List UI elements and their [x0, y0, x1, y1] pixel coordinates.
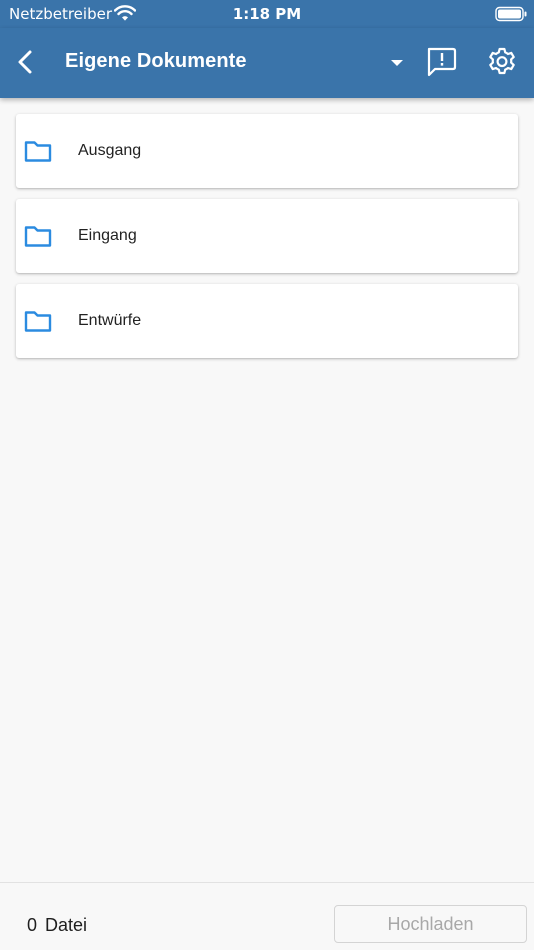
bottom-bar: 0 Datei Hochladen	[0, 882, 534, 950]
folder-item-eingang[interactable]: Eingang	[16, 199, 518, 273]
folder-icon	[24, 141, 52, 162]
status-time: 1:18 PM	[232, 5, 302, 23]
app-bar: Eigene Dokumente	[0, 28, 534, 98]
folder-item-entwuerfe[interactable]: Entwürfe	[16, 284, 518, 358]
folder-icon	[24, 226, 52, 247]
folder-item-ausgang[interactable]: Ausgang	[16, 114, 518, 188]
folder-label: Entwürfe	[78, 312, 142, 329]
status-bar: Netzbetreiber 1:18 PM	[0, 0, 534, 28]
file-count-number: 0	[27, 915, 38, 935]
upload-button[interactable]: Hochladen	[334, 905, 527, 943]
page-title: Eigene Dokumente	[65, 50, 247, 72]
gear-icon[interactable]	[486, 46, 518, 78]
folder-label: Ausgang	[78, 142, 142, 159]
battery-icon	[495, 6, 527, 22]
folder-list: Ausgang Eingang Entwürfe	[16, 114, 518, 369]
folder-icon	[24, 311, 52, 332]
file-count-label: Datei	[45, 915, 88, 935]
caret-down-icon[interactable]	[385, 48, 409, 76]
chevron-left-icon[interactable]	[8, 44, 44, 80]
folder-label: Eingang	[78, 227, 137, 244]
file-count: 0 Datei	[27, 915, 95, 936]
feedback-icon[interactable]	[424, 46, 458, 78]
